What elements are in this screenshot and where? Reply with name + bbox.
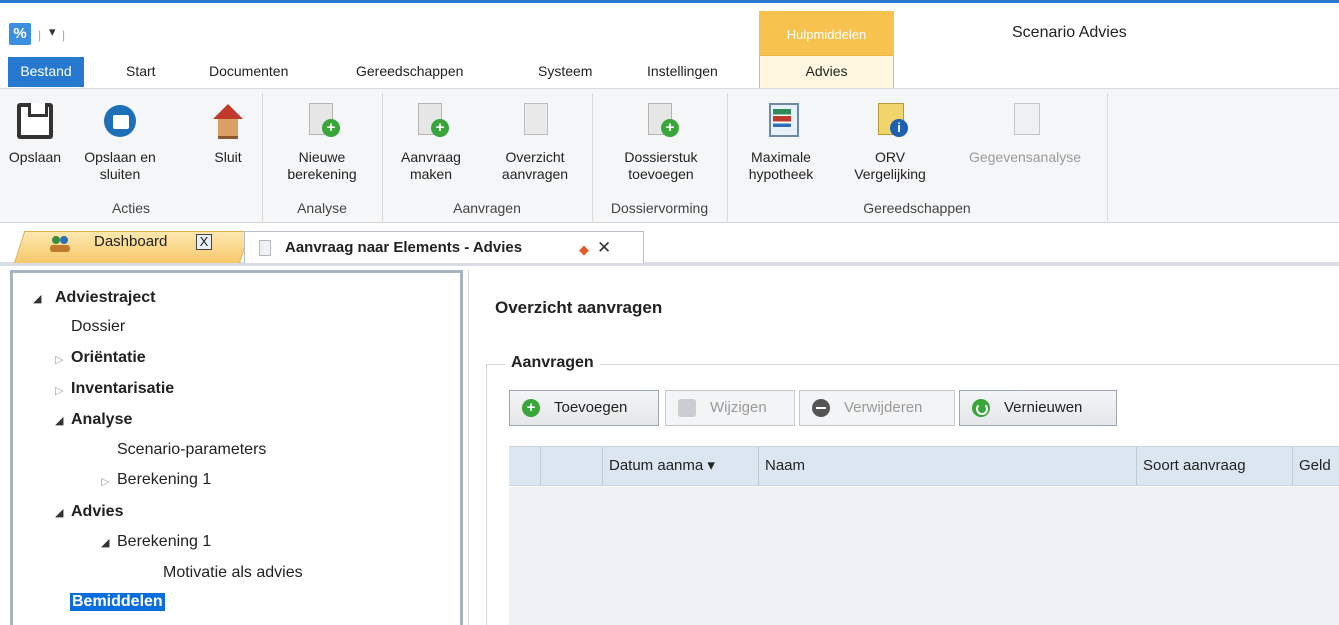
save-and-close-button[interactable]: Opslaan en sluiten	[70, 103, 170, 183]
chart-icon	[763, 103, 799, 139]
new-calculation-button[interactable]: + Nieuwe berekening	[272, 103, 372, 183]
tab-dashboard-label[interactable]: Dashboard	[94, 233, 167, 250]
column-header-soort[interactable]: Soort aanvraag	[1137, 447, 1293, 485]
group-label-gereedschappen: Gereedschappen	[863, 200, 971, 216]
app-logo-icon[interactable]: %	[9, 23, 31, 45]
delete-button[interactable]: Verwijderen	[799, 390, 955, 426]
tree-item-inventarisatie[interactable]: Inventarisatie	[71, 380, 174, 398]
navigation-tree: ◢ Adviestraject Dossier ▷ Oriëntatie ▷ I…	[10, 270, 463, 625]
new-request-icon: +	[413, 103, 449, 139]
tree-item-adviestraject[interactable]: Adviestraject	[55, 289, 156, 307]
group-label-aanvragen: Aanvragen	[453, 200, 521, 216]
title-bar: % | ▾ | Hulpmiddelen Scenario Advies	[0, 0, 1339, 57]
save-button[interactable]: Opslaan	[4, 103, 66, 166]
tab-documenten[interactable]: Documenten	[205, 61, 292, 88]
context-group-label: Hulpmiddelen	[786, 27, 867, 42]
tree-item-orientatie[interactable]: Oriëntatie	[71, 349, 146, 367]
max-mortgage-button[interactable]: Maximale hypotheek	[738, 103, 824, 183]
create-request-button[interactable]: + Aanvraag maken	[390, 103, 472, 183]
tab-gereedschappen[interactable]: Gereedschappen	[352, 61, 467, 88]
tree-item-advies[interactable]: Advies	[71, 503, 123, 521]
tab-advies[interactable]: Advies	[759, 55, 894, 89]
expand-icon[interactable]: ◢	[101, 536, 109, 549]
tree-item-bemiddelen[interactable]: Bemiddelen	[70, 593, 165, 611]
edit-button[interactable]: Wijzigen	[665, 390, 795, 426]
expand-icon[interactable]: ◢	[33, 292, 41, 305]
group-label-acties: Acties	[111, 200, 151, 216]
close-icon[interactable]: ✕	[597, 238, 611, 258]
document-icon	[259, 240, 271, 256]
window-title: Scenario Advies	[1012, 24, 1127, 41]
document-tab-bar: Dashboard X Aanvraag naar Elements - Adv…	[0, 224, 1339, 266]
quick-access-dropdown[interactable]: ▾	[49, 24, 56, 40]
tree-item-scenario-parameters[interactable]: Scenario-parameters	[117, 441, 266, 459]
column-header-naam[interactable]: Naam	[759, 447, 1137, 485]
info-document-icon	[872, 103, 908, 139]
expand-icon[interactable]: ◢	[55, 414, 63, 427]
add-dossier-document-button[interactable]: + Dossierstuk toevoegen	[598, 103, 724, 183]
quick-access-separator: |	[62, 28, 66, 42]
grid-body[interactable]	[509, 487, 1339, 625]
ribbon: Opslaan Opslaan en sluiten Sluit Acties …	[0, 88, 1339, 223]
new-document-icon: +	[304, 103, 340, 139]
group-separator	[1107, 93, 1108, 221]
tab-systeem[interactable]: Systeem	[534, 61, 596, 88]
tab-instellingen[interactable]: Instellingen	[643, 61, 722, 88]
close-button[interactable]: Sluit	[204, 103, 252, 166]
collapsed-icon[interactable]: ▷	[55, 384, 63, 397]
group-label-dossiervorming: Dossiervorming	[610, 200, 709, 216]
expand-icon[interactable]: ◢	[55, 506, 63, 519]
document-icon	[517, 103, 553, 139]
data-analysis-button[interactable]: Gegevensanalyse	[950, 103, 1100, 166]
add-document-icon: +	[643, 103, 679, 139]
column-header-datum[interactable]: Datum aanma ▾	[603, 447, 759, 485]
save-icon	[17, 103, 53, 139]
delete-icon	[812, 399, 830, 417]
column-header-empty[interactable]	[541, 447, 603, 485]
users-icon	[48, 234, 72, 255]
groupbox-title: Aanvragen	[505, 354, 600, 372]
orv-comparison-button[interactable]: ORV Vergelijking	[840, 103, 940, 183]
edit-icon	[678, 399, 696, 417]
content-panel: Overzicht aanvragen Aanvragen + Toevoege…	[468, 270, 1339, 625]
save-close-icon	[102, 103, 138, 139]
collapsed-icon[interactable]: ▷	[101, 475, 109, 488]
overview-requests-button[interactable]: Overzicht aanvragen	[486, 103, 584, 183]
tree-item-motivatie[interactable]: Motivatie als advies	[163, 564, 303, 582]
group-label-analyse: Analyse	[297, 200, 347, 216]
tree-item-berekening[interactable]: Berekening 1	[117, 471, 211, 489]
tab-bestand[interactable]: Bestand	[8, 57, 84, 87]
tree-item-dossier[interactable]: Dossier	[71, 318, 125, 336]
tab-aanvraag-elements[interactable]: Aanvraag naar Elements - Advies ◆ ✕	[244, 231, 644, 263]
column-header-geld[interactable]: Geld	[1293, 447, 1339, 485]
analysis-icon	[1007, 103, 1043, 139]
column-header-indicator	[509, 447, 541, 485]
tab-aanvraag-label: Aanvraag naar Elements - Advies	[285, 239, 523, 256]
tab-start[interactable]: Start	[122, 61, 160, 88]
collapsed-icon[interactable]: ▷	[55, 353, 63, 366]
close-icon[interactable]: X	[196, 234, 212, 250]
ribbon-tab-row: Bestand Start Documenten Gereedschappen …	[0, 55, 1339, 89]
house-icon	[210, 103, 246, 139]
sort-arrow-icon: ▾	[707, 457, 715, 474]
unsaved-indicator-icon: ◆	[579, 242, 589, 257]
add-icon: +	[522, 399, 540, 417]
refresh-icon	[972, 399, 990, 417]
page-title: Overzicht aanvragen	[495, 298, 663, 317]
add-button[interactable]: + Toevoegen	[509, 390, 659, 426]
refresh-button[interactable]: Vernieuwen	[959, 390, 1117, 426]
tree-item-berekening[interactable]: Berekening 1	[117, 533, 211, 551]
context-tab-group-header: Hulpmiddelen	[759, 11, 894, 57]
quick-access-separator: |	[38, 28, 42, 42]
tree-item-analyse[interactable]: Analyse	[71, 411, 132, 429]
grid-header: Datum aanma ▾ Naam Soort aanvraag Geld	[509, 446, 1339, 486]
